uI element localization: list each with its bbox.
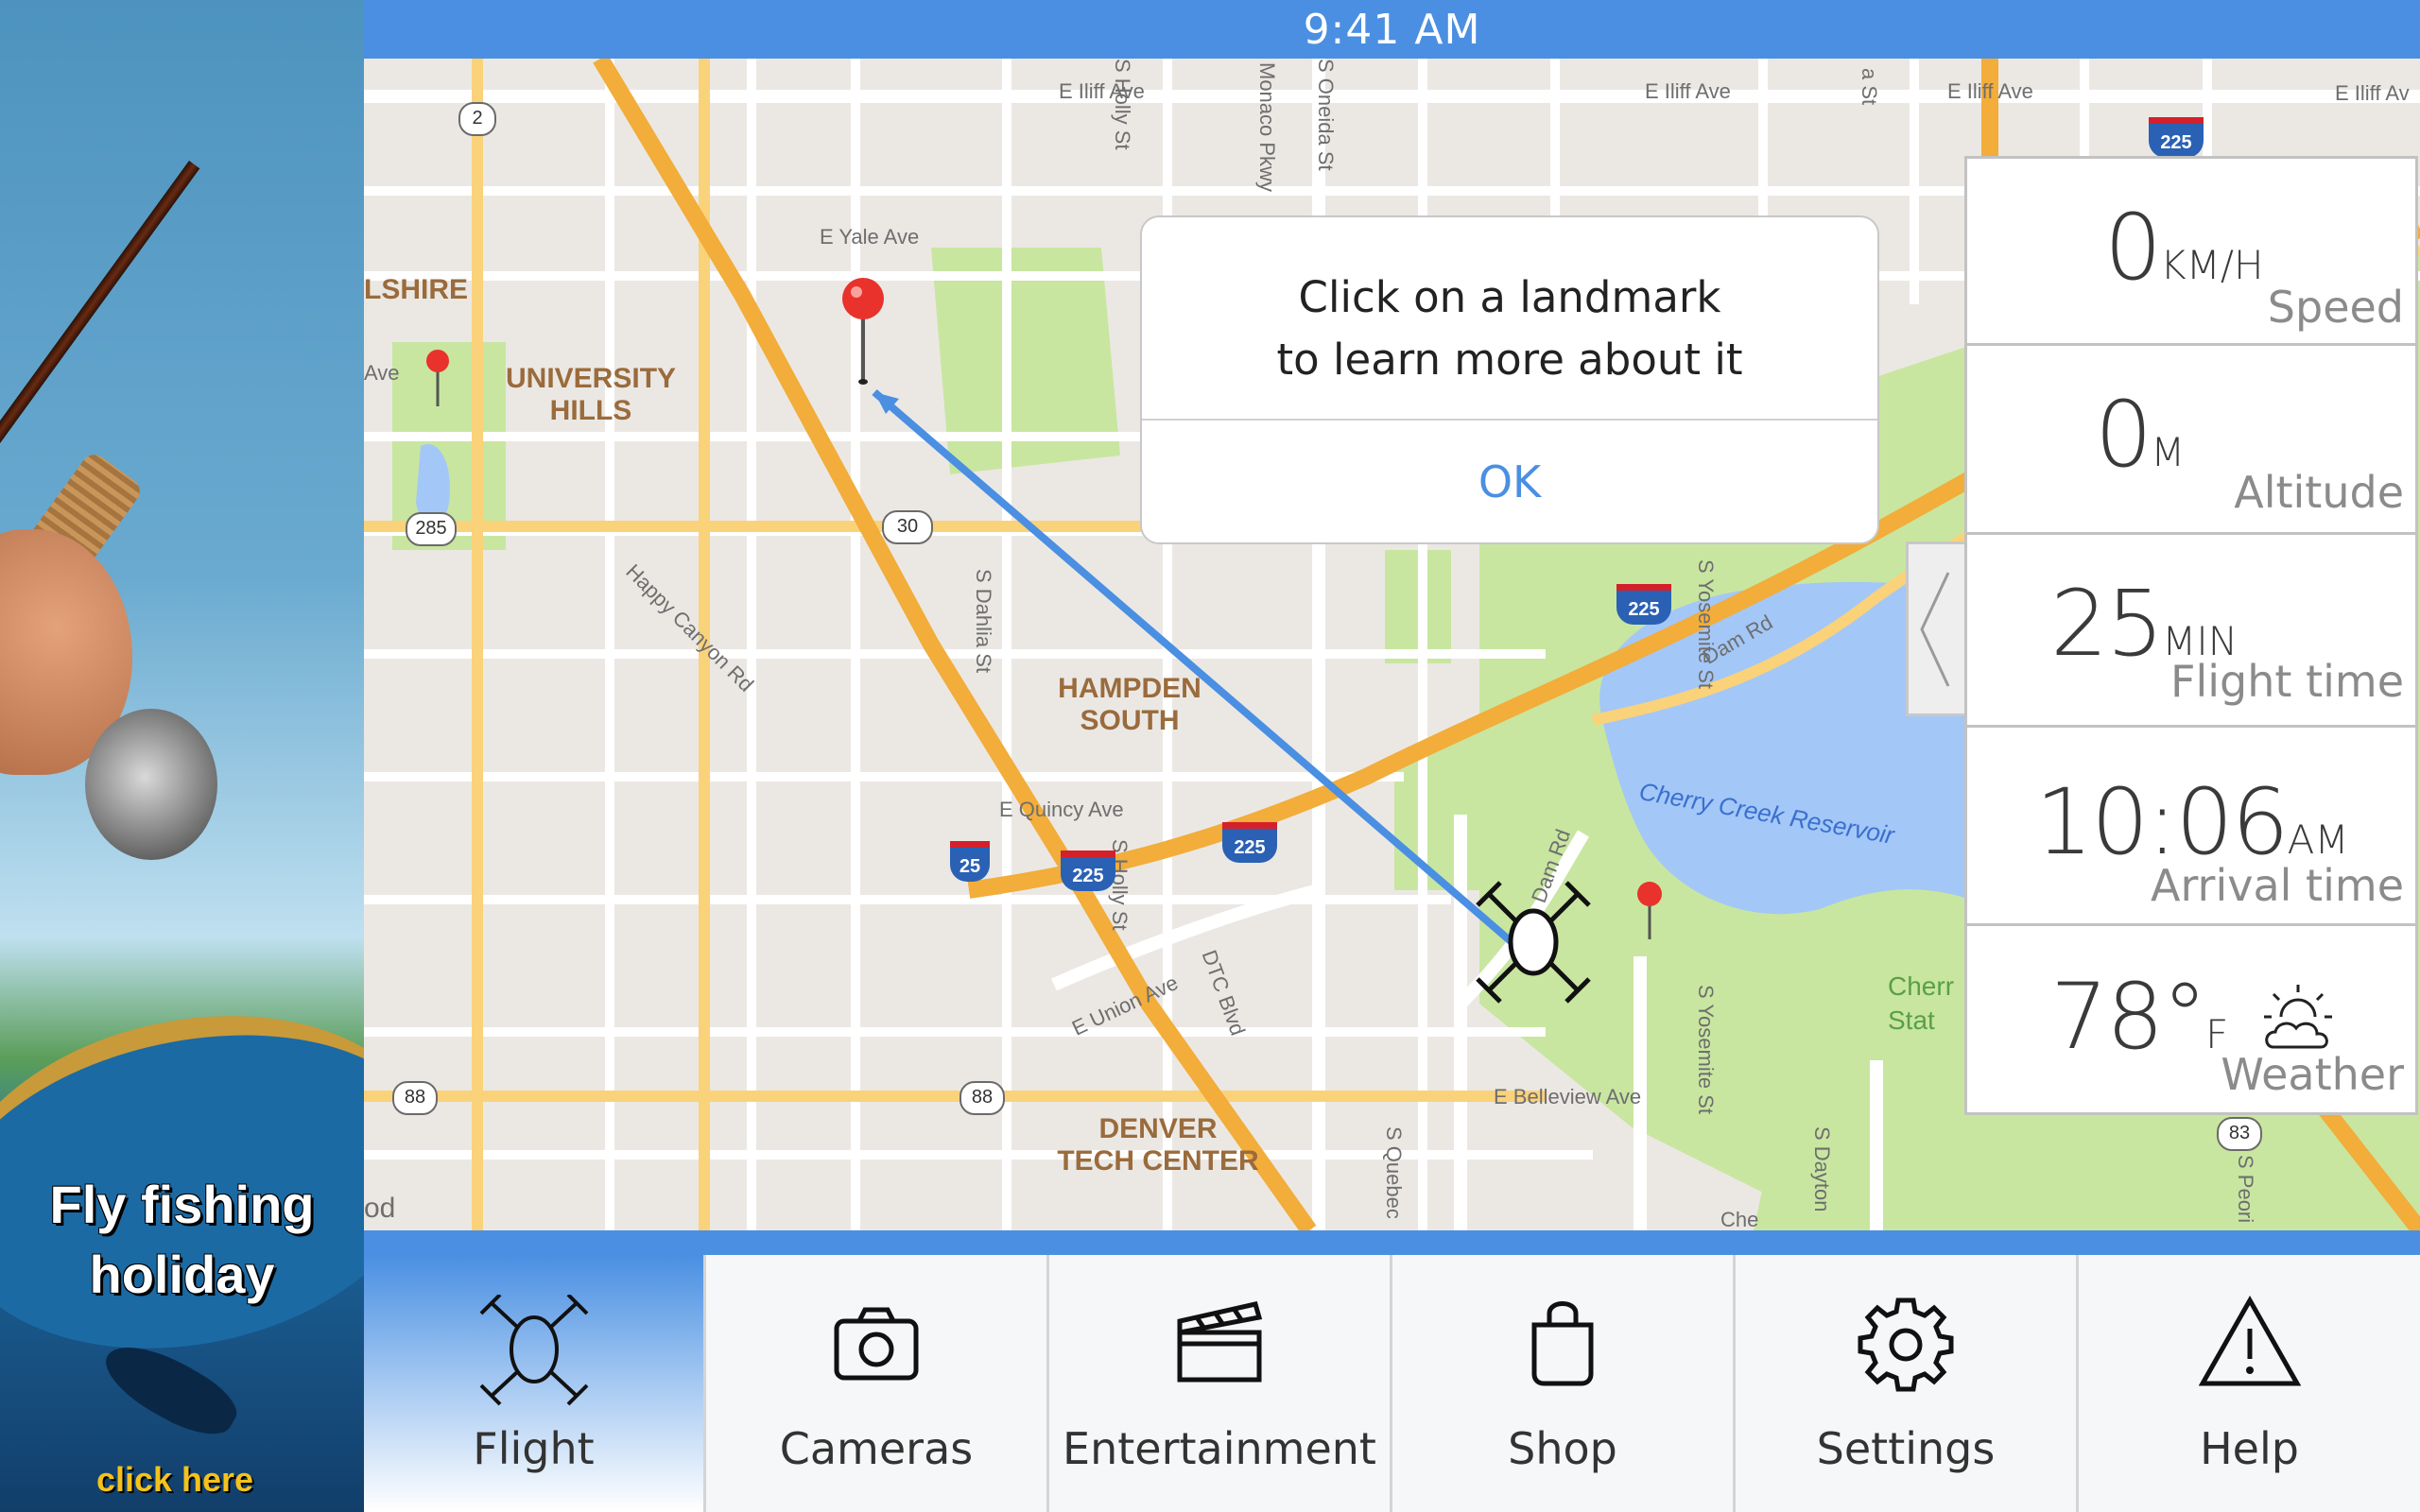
flight-time-label: Flight time xyxy=(2170,656,2404,707)
street-label: od xyxy=(364,1193,396,1224)
speed-label: Speed xyxy=(2267,282,2404,333)
status-bar: 9:41 AM xyxy=(364,0,2420,59)
street-label: a St xyxy=(1858,68,1881,106)
warning-icon xyxy=(2198,1295,2301,1386)
area-label: LSHIRE xyxy=(364,274,469,305)
street-label: Ave xyxy=(364,361,400,385)
altitude-label: Altitude xyxy=(2234,467,2404,518)
arrival-time-unit: AM xyxy=(2287,816,2349,863)
nav-divider-bar xyxy=(364,1230,2420,1255)
altitude-value: 0 xyxy=(2095,382,2152,488)
park-label: Stat xyxy=(1888,1005,1935,1035)
street-label: E Belleview Ave xyxy=(1494,1085,1642,1108)
interstate-shield: 225 xyxy=(2149,117,2204,158)
street-label: Monaco Pkwy xyxy=(1255,62,1279,192)
flight-info-panel: 0KM/H Speed 0M Altitude 25MIN Flight tim… xyxy=(1964,156,2418,1115)
street-label: S Peori xyxy=(2234,1155,2257,1224)
street-label: Che xyxy=(1720,1208,1759,1230)
ad-title-line2: holiday xyxy=(89,1245,275,1304)
flight-time-value: 25 xyxy=(2050,571,2164,677)
street-label: E Iliff Ave xyxy=(1947,79,2033,103)
fishing-ad-banner[interactable]: Fly fishing holiday click here xyxy=(0,0,364,1512)
ad-title: Fly fishing holiday xyxy=(0,1170,364,1310)
landmark-pin[interactable] xyxy=(842,278,884,385)
bottom-navigation: Flight Cameras Entertainment Shop Settin… xyxy=(364,1255,2420,1512)
partly-cloudy-icon xyxy=(2264,985,2332,1049)
nav-label: Cameras xyxy=(779,1423,974,1474)
route-shield: 83 xyxy=(2217,1117,2262,1151)
nav-item-help[interactable]: Help xyxy=(2079,1255,2420,1512)
route-shield: 285 xyxy=(406,512,457,546)
street-label: E Iliff Ave xyxy=(1645,79,1731,103)
street-label: E Yale Ave xyxy=(820,225,920,249)
drone-icon xyxy=(479,1295,588,1406)
speed-unit: KM/H xyxy=(2160,242,2264,288)
nav-item-cameras[interactable]: Cameras xyxy=(706,1255,1049,1512)
nav-item-entertainment[interactable]: Entertainment xyxy=(1049,1255,1392,1512)
nav-item-flight[interactable]: Flight xyxy=(364,1255,706,1512)
route-shield: 30 xyxy=(882,510,933,544)
street-label: S Dayton xyxy=(1810,1126,1834,1212)
reel-image xyxy=(85,709,217,860)
landmark-hint-dialog: Click on a landmark to learn more about … xyxy=(1140,215,1879,544)
speed-value: 0 xyxy=(2104,195,2162,301)
street-label: S Holly St xyxy=(1111,59,1134,150)
dialog-message-line2: to learn more about it xyxy=(1276,335,1743,385)
street-label: E Quincy Ave xyxy=(999,798,1124,821)
street-label: S Yosemite St xyxy=(1694,985,1718,1114)
nav-label: Help xyxy=(2200,1423,2299,1474)
street-label: E Iliff Av xyxy=(2335,81,2410,105)
altitude-row: 0M Altitude xyxy=(1967,346,2415,535)
interstate-shield: 225 xyxy=(1222,822,1277,863)
street-label: S Yosemite St xyxy=(1694,559,1718,689)
flight-time-row: 25MIN Flight time xyxy=(1967,535,2415,728)
chevron-left-icon xyxy=(1920,572,1950,687)
area-label: DENVER TECH CENTER xyxy=(1057,1113,1259,1177)
weather-label: Weather xyxy=(2221,1049,2404,1100)
gear-icon xyxy=(1858,1297,1954,1392)
interstate-shield: 25 xyxy=(950,841,990,882)
arrival-row: 10:06AM Arrival time xyxy=(1967,728,2415,926)
park-label: Cherr xyxy=(1888,971,1955,1001)
street-label: S Dahlia St xyxy=(972,569,995,674)
temperature-value: 78° xyxy=(2050,964,2207,1070)
nav-item-shop[interactable]: Shop xyxy=(1392,1255,1736,1512)
status-time: 9:41 AM xyxy=(1303,6,1481,54)
dialog-message: Click on a landmark to learn more about … xyxy=(1142,266,1877,391)
camera-icon xyxy=(834,1307,919,1381)
arrival-time-label: Arrival time xyxy=(2150,860,2404,911)
shopping-bag-icon xyxy=(1531,1301,1594,1386)
dialog-message-line1: Click on a landmark xyxy=(1298,272,1721,322)
area-label: HAMPDEN SOUTH xyxy=(1058,673,1201,736)
route-shield: 88 xyxy=(392,1081,438,1115)
route-shield: 88 xyxy=(959,1081,1005,1115)
nav-label: Entertainment xyxy=(1063,1423,1376,1474)
interstate-shield: 225 xyxy=(1616,584,1671,625)
ok-button[interactable]: OK xyxy=(1142,421,1877,544)
nav-label: Flight xyxy=(473,1423,595,1474)
nav-label: Shop xyxy=(1508,1423,1617,1474)
street-label: S Quebec xyxy=(1382,1126,1406,1219)
ad-click-here-link[interactable]: click here xyxy=(0,1460,350,1500)
weather-row: 78°F Weather xyxy=(1967,926,2415,1112)
nav-label: Settings xyxy=(1816,1423,1996,1474)
street-label: S Oneida St xyxy=(1314,59,1338,171)
panel-collapse-toggle[interactable] xyxy=(1906,541,1964,716)
speed-row: 0KM/H Speed xyxy=(1967,159,2415,346)
nav-item-settings[interactable]: Settings xyxy=(1736,1255,2079,1512)
ad-title-line1: Fly fishing xyxy=(49,1175,315,1234)
area-label: UNIVERSITY HILLS xyxy=(506,363,677,426)
route-shield: 2 xyxy=(458,102,496,136)
altitude-unit: M xyxy=(2151,429,2186,475)
clapperboard-icon xyxy=(1177,1301,1263,1383)
interstate-shield: 225 xyxy=(1061,850,1115,891)
